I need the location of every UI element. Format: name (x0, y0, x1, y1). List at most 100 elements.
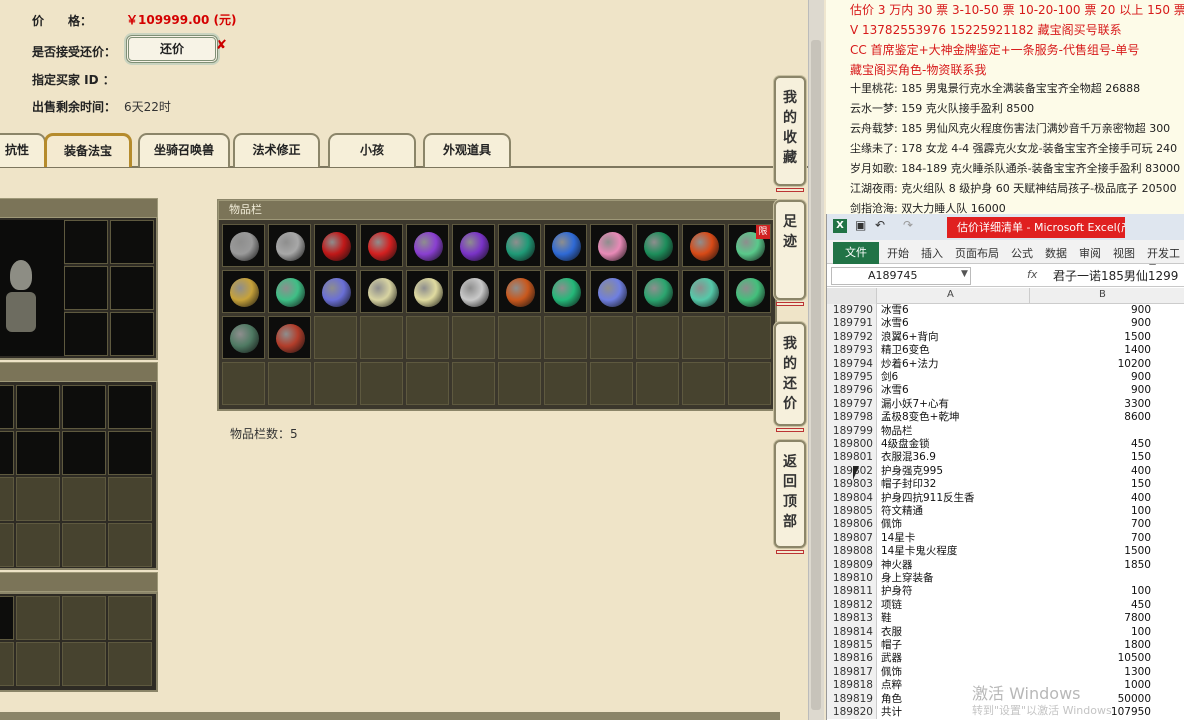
formula-input[interactable]: 君子一诺185男仙1299 (1053, 267, 1178, 284)
sheet-row[interactable]: 189814 衣服 100 (827, 625, 1184, 639)
slot[interactable] (64, 266, 108, 310)
purple-crystal-slot[interactable] (406, 224, 449, 267)
robe-slot[interactable] (314, 270, 357, 313)
cell-a[interactable]: 佩饰 (881, 518, 902, 531)
select-all-corner[interactable] (827, 288, 877, 304)
mask-slot[interactable] (222, 316, 265, 359)
row-number[interactable]: 189806 (827, 518, 877, 532)
cell-a[interactable]: 武器 (881, 652, 902, 665)
cell-a[interactable]: 物品栏 (881, 425, 913, 438)
row-number[interactable]: 189790 (827, 304, 877, 318)
cell-b[interactable]: 100 (1031, 626, 1151, 639)
slot[interactable] (110, 266, 154, 310)
redo-icon[interactable]: ↷ (903, 218, 913, 232)
cell-b[interactable]: 7800 (1031, 612, 1151, 625)
ribbon-tab-2[interactable]: 页面布局 (955, 245, 999, 261)
sheet-row[interactable]: 189808 14星卡鬼火程度 1500 (827, 545, 1184, 559)
cell-b[interactable]: 700 (1031, 518, 1151, 531)
slot[interactable] (0, 431, 14, 475)
row-number[interactable]: 189797 (827, 397, 877, 412)
cell-b[interactable]: 1850 (1031, 559, 1151, 572)
cell-a[interactable]: 护身强克995 (881, 465, 943, 478)
ribbon-tab-5[interactable]: 审阅 (1079, 245, 1101, 261)
empty-slot[interactable] (452, 316, 495, 359)
ribbon-tab-0[interactable]: 开始 (887, 245, 909, 261)
sheet-row[interactable]: 189805 符文精通 100 (827, 505, 1184, 519)
slot[interactable] (110, 220, 154, 264)
blue-gem-slot[interactable] (544, 224, 587, 267)
cell-a[interactable]: 帽子 (881, 639, 902, 652)
cell-b[interactable]: 1500 (1031, 331, 1151, 344)
sheet-row[interactable]: 189803 帽子封印32 150 (827, 478, 1184, 492)
cell-a[interactable]: 共计 (881, 706, 902, 719)
sheet-row[interactable]: 189802 护身强克995 400 (827, 464, 1184, 479)
axe-slot[interactable] (268, 224, 311, 267)
necklace-slot[interactable] (268, 316, 311, 359)
ribbon-tab-1[interactable]: 插入 (921, 245, 943, 261)
empty-slot[interactable] (544, 362, 587, 405)
slot[interactable] (0, 385, 14, 429)
cell-b[interactable]: 10500 (1031, 652, 1151, 665)
cell-a[interactable]: 鞋 (881, 612, 892, 625)
cell-b[interactable]: 150 (1031, 478, 1151, 491)
left-scrollbar-thumb[interactable] (811, 40, 821, 710)
empty-slot[interactable] (590, 316, 633, 359)
cell-b[interactable]: 1800 (1031, 639, 1151, 652)
row-number[interactable]: 189804 (827, 491, 877, 505)
cell-b[interactable]: 100 (1031, 505, 1151, 518)
row-number[interactable]: 189805 (827, 505, 877, 519)
sheet-row[interactable]: 189804 护身四抗911反生香 400 (827, 491, 1184, 505)
empty-slot[interactable] (498, 362, 541, 405)
sheet-row[interactable]: 189801 衣服混36.9 150 (827, 451, 1184, 465)
slot[interactable] (62, 385, 106, 429)
row-number[interactable]: 189796 (827, 384, 877, 398)
slot[interactable] (0, 642, 14, 686)
cell-b[interactable]: 900 (1031, 371, 1151, 384)
sheet-row[interactable]: 189790 冰雪6 900 (827, 304, 1184, 318)
row-number[interactable]: 189818 (827, 679, 877, 693)
row-number[interactable]: 189812 (827, 598, 877, 613)
sheet-row[interactable]: 189809 神火器 1850 (827, 558, 1184, 572)
row-number[interactable]: 189808 (827, 545, 877, 559)
row-number[interactable]: 189802 (827, 464, 877, 479)
cell-a[interactable]: 神火器 (881, 559, 913, 572)
cell-a[interactable]: 角色 (881, 693, 902, 706)
sheet-row[interactable]: 189807 14星卡 700 (827, 531, 1184, 546)
row-number[interactable]: 189792 (827, 330, 877, 345)
sheet-row[interactable]: 189813 鞋 7800 (827, 612, 1184, 626)
cell-a[interactable]: 衣服 (881, 626, 902, 639)
empty-slot[interactable] (406, 362, 449, 405)
cell-b[interactable]: 10200 (1031, 358, 1151, 371)
slot[interactable] (0, 523, 14, 567)
empty-slot[interactable] (544, 316, 587, 359)
sheet-row[interactable]: 189795 剑6 900 (827, 371, 1184, 385)
slot[interactable] (16, 431, 60, 475)
column-b-header[interactable]: B (1099, 289, 1106, 300)
empty-slot[interactable] (268, 362, 311, 405)
cell-a[interactable]: 点粹 (881, 679, 902, 692)
boots-slot[interactable] (360, 270, 403, 313)
cell-a[interactable]: 漏小妖7+心有 (881, 398, 949, 411)
cell-b[interactable]: 450 (1031, 599, 1151, 612)
empty-slot[interactable] (406, 316, 449, 359)
empty-slot[interactable] (682, 316, 725, 359)
empty-slot[interactable] (498, 316, 541, 359)
ribbon-file-tab[interactable]: 文件 (833, 242, 879, 264)
cell-a[interactable]: 剑6 (881, 371, 898, 384)
side-button-0[interactable]: 我的收藏 (774, 76, 806, 186)
row-number[interactable]: 189814 (827, 625, 877, 639)
empty-slot[interactable] (636, 362, 679, 405)
cell-a[interactable]: 身上穿装备 (881, 572, 934, 585)
slot[interactable] (62, 523, 106, 567)
sheet-row[interactable]: 189793 精卫6变色 1400 (827, 344, 1184, 358)
ring-slot[interactable] (590, 270, 633, 313)
cell-a[interactable]: 14星卡鬼火程度 (881, 545, 957, 558)
row-number[interactable]: 189794 (827, 357, 877, 371)
row-number[interactable]: 189815 (827, 639, 877, 653)
cell-b[interactable]: 450 (1031, 438, 1151, 451)
cell-a[interactable]: 护身四抗911反生香 (881, 492, 975, 505)
cell-a[interactable]: 冰雪6 (881, 304, 909, 317)
fire-robe-slot[interactable] (498, 270, 541, 313)
red-gem-slot[interactable] (360, 224, 403, 267)
cell-a[interactable]: 帽子封印32 (881, 478, 936, 491)
